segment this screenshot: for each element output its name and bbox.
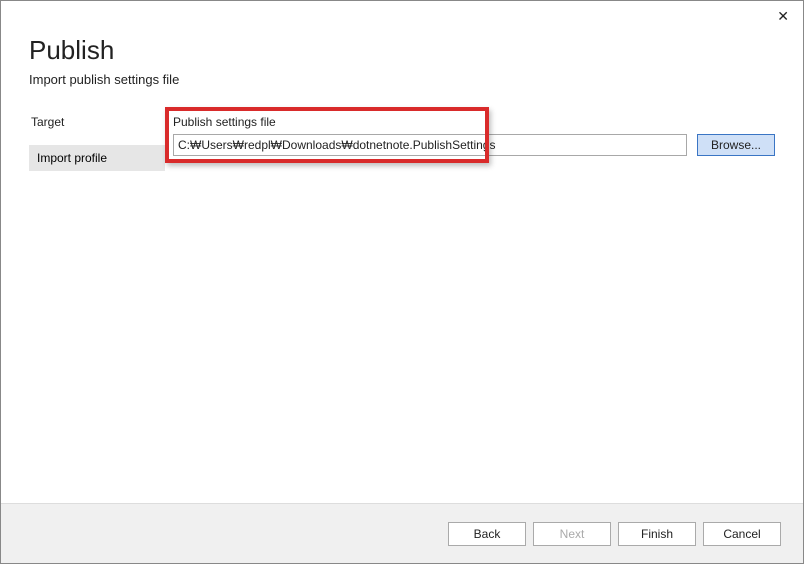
dialog-header: Publish Import publish settings file [1, 1, 803, 87]
back-button[interactable]: Back [448, 522, 526, 546]
settings-file-row: Browse... [165, 134, 775, 156]
cancel-button[interactable]: Cancel [703, 522, 781, 546]
page-title: Publish [29, 35, 775, 66]
dialog-footer: Back Next Finish Cancel [1, 503, 803, 563]
browse-button[interactable]: Browse... [697, 134, 775, 156]
finish-button[interactable]: Finish [618, 522, 696, 546]
dialog-body: Target Import profile Publish settings f… [1, 115, 803, 171]
settings-file-input[interactable] [173, 134, 687, 156]
next-button: Next [533, 522, 611, 546]
page-subtitle: Import publish settings file [29, 72, 775, 87]
close-icon[interactable]: ✕ [777, 9, 789, 23]
settings-file-label: Publish settings file [165, 115, 775, 129]
sidebar-heading: Target [29, 115, 165, 129]
main-panel: Publish settings file Browse... [165, 115, 803, 171]
sidebar: Target Import profile [29, 115, 165, 171]
sidebar-item-import-profile[interactable]: Import profile [29, 145, 165, 171]
